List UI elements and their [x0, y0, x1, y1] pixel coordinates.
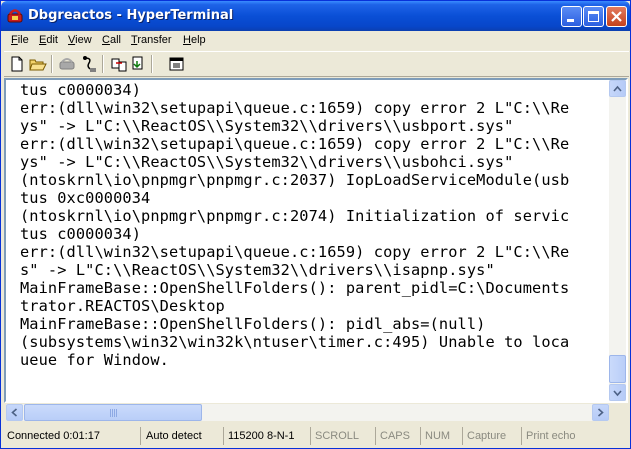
menu-bar: File Edit View Call Transfer Help [4, 31, 629, 50]
minimize-button[interactable] [561, 6, 582, 27]
disconnect-icon[interactable] [80, 55, 98, 73]
status-connected: Connected 0:01:17 [4, 427, 141, 445]
scroll-grip [110, 409, 118, 417]
scroll-down-button[interactable] [609, 384, 626, 401]
terminal-line: (ntoskrnl\io\pnpmgr\pnpmgr.c:2074) Initi… [20, 207, 570, 225]
menu-help[interactable]: Help [183, 34, 206, 46]
send-icon[interactable] [110, 55, 128, 73]
menu-view[interactable]: View [68, 34, 92, 46]
terminal-line: MainFrameBase::OpenShellFolders(): paren… [20, 279, 570, 297]
terminal-line: tus c0000034) [20, 225, 142, 243]
terminal-line: s" -> L"C:\\ReactOS\\System32\\drivers\\… [20, 261, 495, 279]
menu-file-label: ile [17, 34, 29, 46]
chevron-down-icon [613, 390, 622, 397]
hyperterminal-window: Dbgreactos - HyperTerminal File Edit Vie… [0, 0, 631, 449]
horizontal-scroll-thumb[interactable] [24, 404, 202, 421]
terminal-line: tus 0xc0000034 [20, 189, 151, 207]
terminal-line: err:(dll\win32\setupapi\queue.c:1659) co… [20, 135, 570, 153]
terminal-line: ys" -> L"C:\\ReactOS\\System32\\drivers\… [20, 153, 514, 171]
minimize-icon [567, 19, 574, 22]
window-title: Dbgreactos - HyperTerminal [28, 8, 234, 23]
menu-help-key: H [183, 34, 191, 46]
menu-edit-label: dit [46, 34, 58, 46]
terminal-line: err:(dll\win32\setupapi\queue.c:1659) co… [20, 243, 570, 261]
chevron-right-icon [597, 408, 604, 417]
menu-transfer[interactable]: Transfer [131, 34, 172, 46]
terminal-line: (subsystems\win32\win32k\ntuser\timer.c:… [20, 333, 570, 351]
toolbar-separator [51, 55, 53, 73]
toolbar-separator [151, 55, 153, 73]
chevron-left-icon [11, 408, 18, 417]
terminal-output[interactable]: tus c0000034) err:(dll\win32\setupapi\qu… [20, 81, 610, 397]
vertical-scrollbar[interactable] [609, 80, 626, 401]
menu-call[interactable]: Call [102, 34, 121, 46]
toolbar [4, 51, 629, 77]
maximize-icon [588, 11, 599, 22]
status-scroll: SCROLL [312, 427, 376, 445]
status-num: NUM [422, 427, 463, 445]
horizontal-scrollbar[interactable] [6, 404, 609, 421]
terminal-line: ueue for Window. [20, 351, 169, 369]
status-caps: CAPS [377, 427, 421, 445]
menu-transfer-label: ransfer [137, 34, 172, 46]
close-button[interactable] [606, 6, 627, 27]
scroll-right-button[interactable] [592, 404, 609, 421]
hyperterminal-app-icon[interactable] [7, 8, 23, 24]
terminal-line: ys" -> L"C:\\ReactOS\\System32\\drivers\… [20, 117, 514, 135]
maximize-button[interactable] [583, 6, 604, 27]
scroll-left-button[interactable] [6, 404, 23, 421]
close-icon [611, 11, 622, 22]
menu-edit[interactable]: Edit [39, 34, 58, 46]
status-settings: 115200 8-N-1 [225, 427, 311, 445]
connect-icon[interactable] [58, 55, 76, 73]
terminal-line: (ntoskrnl\io\pnpmgr\pnpmgr.c:2037) IopLo… [20, 171, 570, 189]
menu-call-label: all [109, 34, 121, 46]
terminal-line: trator.REACTOS\Desktop [20, 297, 225, 315]
title-bar[interactable]: Dbgreactos - HyperTerminal [1, 1, 630, 31]
receive-icon[interactable] [130, 55, 148, 73]
new-icon[interactable] [8, 55, 26, 73]
menu-call-key: C [102, 34, 110, 46]
chevron-up-icon [613, 85, 622, 92]
status-detect: Auto detect [143, 427, 224, 445]
terminal-line: err:(dll\win32\setupapi\queue.c:1659) co… [20, 99, 570, 117]
menu-file[interactable]: File [11, 34, 29, 46]
menu-help-label: elp [190, 34, 206, 46]
status-bar: Connected 0:01:17 Auto detect 115200 8-N… [4, 425, 629, 447]
status-capture: Capture [464, 427, 522, 445]
status-print-echo: Print echo [526, 430, 576, 442]
scroll-up-button[interactable] [609, 80, 626, 97]
open-icon[interactable] [29, 55, 47, 73]
toolbar-separator [102, 55, 104, 73]
menu-view-label: iew [75, 34, 92, 46]
vertical-scroll-thumb[interactable] [609, 355, 626, 383]
menu-file-key: F [11, 34, 18, 46]
properties-icon[interactable] [168, 55, 186, 73]
terminal-line: tus c0000034) [20, 81, 142, 99]
terminal-line: MainFrameBase::OpenShellFolders(): pidl_… [20, 315, 486, 333]
